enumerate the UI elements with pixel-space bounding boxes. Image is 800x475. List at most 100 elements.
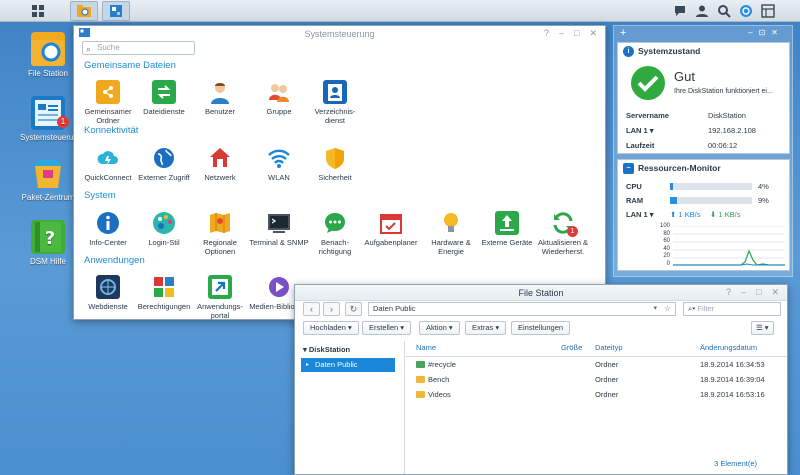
- kv-key: Laufzeit: [626, 141, 655, 150]
- col-type[interactable]: Dateityp: [595, 343, 623, 355]
- desktop-file-station[interactable]: File Station: [20, 32, 76, 78]
- folder-icon: [416, 376, 425, 383]
- item-label: Sicherheit: [318, 173, 352, 182]
- maximize-icon[interactable]: □: [756, 287, 761, 298]
- col-size[interactable]: Größe: [561, 343, 582, 355]
- desktop-control-panel[interactable]: 1 Systemsteuerung: [20, 96, 83, 142]
- shared-folder-icon: [96, 80, 120, 104]
- file-station-titlebar[interactable]: File Station ? – □ ✕: [295, 285, 787, 301]
- extras-button[interactable]: Extras ▾: [465, 321, 507, 335]
- path-input[interactable]: Daten Public ▾ ☆: [368, 302, 676, 316]
- item-task-scheduler[interactable]: Aufgabenplaner: [361, 211, 421, 247]
- item-quickconnect[interactable]: QuickConnect: [78, 146, 138, 182]
- file-name: #recycle: [416, 360, 456, 369]
- recycle-icon: [416, 361, 425, 368]
- file-type: Ordner: [595, 390, 619, 399]
- back-button[interactable]: ‹: [303, 302, 320, 316]
- forward-button[interactable]: ›: [323, 302, 340, 316]
- item-application-portal[interactable]: Anwendungs-portal: [190, 275, 250, 320]
- upload-device-icon: [495, 211, 519, 235]
- notification-icon[interactable]: [738, 3, 754, 19]
- tree-root[interactable]: ▾ DiskStation: [303, 345, 350, 354]
- col-name[interactable]: Name: [416, 343, 436, 355]
- item-user[interactable]: Benutzer: [190, 80, 250, 116]
- help-icon: ?: [31, 220, 65, 254]
- window-title: File Station: [518, 288, 564, 298]
- widgets-icon[interactable]: [760, 3, 776, 19]
- star-icon[interactable]: ☆: [664, 303, 671, 315]
- item-label: Benach-richtigung: [318, 238, 352, 256]
- item-notification[interactable]: Benach-richtigung: [305, 211, 365, 256]
- tree-item-selected[interactable]: ▸ Daten Public: [301, 358, 395, 372]
- help-icon[interactable]: ?: [544, 28, 549, 39]
- chevron-down-icon[interactable]: ▾: [653, 303, 657, 315]
- main-menu-icon[interactable]: [24, 1, 52, 21]
- directory-service-icon: [323, 80, 347, 104]
- item-update-restore[interactable]: 1 Aktualisieren & Wiederherst.: [533, 211, 593, 256]
- ram-value: 9%: [758, 196, 769, 205]
- control-panel-icon[interactable]: [102, 1, 130, 21]
- item-security[interactable]: Sicherheit: [305, 146, 365, 182]
- kv-key[interactable]: LAN 1 ▾: [626, 126, 654, 135]
- item-external-access[interactable]: Externer Zugriff: [134, 146, 194, 182]
- file-name-text: Bench: [428, 375, 450, 384]
- item-login-style[interactable]: Login-Stil: [134, 211, 194, 247]
- help-icon[interactable]: ?: [726, 287, 731, 298]
- close-icon[interactable]: ✕: [771, 287, 779, 298]
- item-web-services[interactable]: Webdienste: [78, 275, 138, 311]
- control-panel-titlebar[interactable]: Systemsteuerung ? – □ ✕: [74, 26, 605, 40]
- section-applications: Anwendungen: [84, 255, 145, 266]
- item-wlan[interactable]: WLAN: [249, 146, 309, 182]
- refresh-button[interactable]: ↻: [345, 302, 362, 316]
- item-network[interactable]: Netzwerk: [190, 146, 250, 182]
- terminal-icon: [267, 211, 291, 235]
- item-info-center[interactable]: Info-Center: [78, 211, 138, 247]
- table-row[interactable]: Bench Ordner 18.9.2014 16:39:04: [406, 373, 787, 387]
- search-input[interactable]: ⌕ Suche: [82, 41, 195, 55]
- minimize-icon[interactable]: –: [741, 287, 746, 298]
- filter-input[interactable]: ⌕▾ Filter: [683, 302, 781, 316]
- wifi-icon: [267, 146, 291, 170]
- item-external-devices[interactable]: Externe Geräte: [477, 211, 537, 247]
- item-terminal-snmp[interactable]: Terminal & SNMP: [249, 211, 309, 247]
- file-name-text: Videos: [428, 390, 451, 399]
- minimize-icon[interactable]: –: [559, 28, 564, 39]
- search-placeholder: Suche: [97, 43, 120, 52]
- chat-icon[interactable]: [672, 3, 688, 19]
- item-label: Netzwerk: [204, 173, 236, 182]
- kv-value: 192.168.2.108: [708, 126, 756, 135]
- action-button[interactable]: Aktion ▾: [419, 321, 460, 335]
- search-icon[interactable]: [716, 3, 732, 19]
- col-modified[interactable]: Änderungsdatum: [700, 343, 757, 355]
- upload-button[interactable]: Hochladen ▾: [303, 321, 359, 335]
- desktop-dsm-help[interactable]: ? DSM Hilfe: [20, 220, 76, 266]
- item-count: 3 Element(e): [714, 459, 757, 468]
- user-icon[interactable]: [694, 3, 710, 19]
- maximize-icon[interactable]: □: [574, 28, 579, 39]
- desktop-icon-label: Systemsteuerung: [20, 133, 83, 142]
- settings-button[interactable]: Einstellungen: [511, 321, 571, 335]
- add-widget-icon[interactable]: +: [620, 27, 626, 39]
- item-group[interactable]: Gruppe: [249, 80, 309, 116]
- item-file-services[interactable]: Dateidienste: [134, 80, 194, 116]
- view-mode-button[interactable]: ☰ ▾: [751, 321, 774, 335]
- taskbar: [0, 0, 800, 22]
- item-directory-service[interactable]: Verzeichnis-dienst: [305, 80, 365, 125]
- file-station-icon[interactable]: [70, 1, 98, 21]
- item-shared-folder[interactable]: Gemeinsamer Ordner: [78, 80, 138, 125]
- create-button[interactable]: Erstellen ▾: [362, 321, 412, 335]
- desktop-package-center[interactable]: Paket-Zentrum: [20, 156, 76, 202]
- table-row[interactable]: #recycle Ordner 18.9.2014 16:34:53: [406, 358, 787, 372]
- table-row[interactable]: Videos Ordner 18.9.2014 16:53:16: [406, 388, 787, 402]
- lan-selector[interactable]: LAN 1 ▾: [626, 210, 654, 219]
- web-services-icon: [96, 275, 120, 299]
- item-regional-options[interactable]: Regionale Optionen: [190, 211, 250, 256]
- svg-text:?: ?: [45, 228, 55, 249]
- notification-icon: [323, 211, 347, 235]
- widget-title: Systemzustand: [638, 46, 701, 56]
- item-privileges[interactable]: Berechtigungen: [134, 275, 194, 311]
- close-icon[interactable]: ✕: [589, 28, 597, 39]
- widget-window-controls[interactable]: –⊡✕: [748, 28, 784, 37]
- item-hardware-energy[interactable]: Hardware & Energie: [421, 211, 481, 256]
- file-name-text: #recycle: [428, 360, 456, 369]
